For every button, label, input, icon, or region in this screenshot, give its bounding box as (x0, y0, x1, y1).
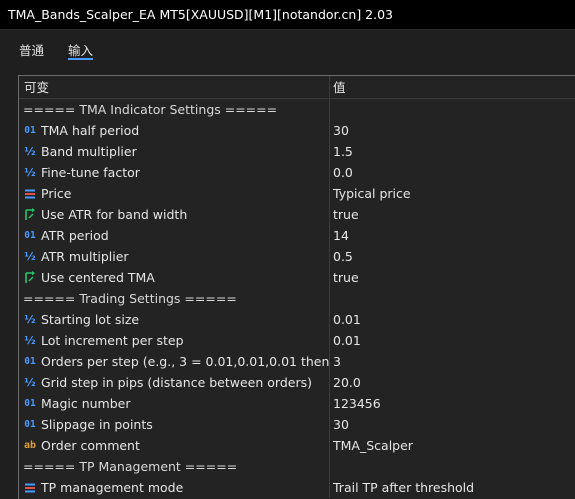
param-name: Lot increment per step (41, 333, 184, 348)
param-value[interactable]: 1.5 (330, 141, 575, 162)
table-row[interactable]: ½ Lot increment per step 0.01 (19, 330, 575, 351)
param-name-cell: ½ Grid step in pips (distance between ord… (19, 372, 330, 393)
table-row[interactable]: Use centered TMA true (19, 267, 575, 288)
table-row[interactable]: 01 Slippage in points 30 (19, 414, 575, 435)
inputs-table: 可变 值 ===== TMA Indicator Settings ===== 0… (18, 75, 575, 499)
section-row[interactable]: ===== Trading Settings ===== (19, 288, 575, 309)
table-row[interactable]: ½ Starting lot size 0.01 (19, 309, 575, 330)
param-name-cell: TP management mode (19, 477, 330, 498)
table-row[interactable]: 01 TMA half period 30 (19, 120, 575, 141)
param-name: Starting lot size (41, 312, 140, 327)
double-type-icon: ½ (24, 166, 36, 179)
section-row[interactable]: ===== TMA Indicator Settings ===== (19, 99, 575, 120)
table-row[interactable]: Use ATR for band width true (19, 204, 575, 225)
param-value[interactable]: 123456 (330, 393, 575, 414)
param-name: TMA half period (41, 123, 140, 138)
param-name-cell: 01 TMA half period (19, 120, 330, 141)
param-name-cell: 01 Magic number (19, 393, 330, 414)
param-name-cell: ½ ATR multiplier (19, 246, 330, 267)
param-name-cell: Use ATR for band width (19, 204, 330, 225)
param-name: Price (41, 186, 72, 201)
param-value[interactable]: true (330, 204, 575, 225)
integer-type-icon: 01 (24, 419, 36, 430)
tab-common[interactable]: 普通 (19, 30, 44, 60)
table-row[interactable]: ab Order comment TMA_Scalper (19, 435, 575, 456)
param-value[interactable]: 0.5 (330, 246, 575, 267)
window-title: TMA_Bands_Scalper_EA MT5[XAUUSD][M1][not… (8, 7, 393, 22)
integer-type-icon: 01 (24, 398, 36, 409)
table-row[interactable]: 01 ATR period 14 (19, 225, 575, 246)
double-type-icon: ½ (24, 145, 36, 158)
param-name-cell: ½ Band multiplier (19, 141, 330, 162)
section-label: ===== TMA Indicator Settings ===== (19, 99, 330, 120)
param-name: ATR multiplier (41, 249, 129, 264)
enum-list-icon (22, 477, 38, 498)
param-name: Magic number (41, 396, 131, 411)
param-name: Slippage in points (41, 417, 153, 432)
section-row[interactable]: ===== TP Management ===== (19, 456, 575, 477)
param-value[interactable]: 0.0 (330, 162, 575, 183)
param-name: Band multiplier (41, 144, 137, 159)
header-value[interactable]: 值 (330, 76, 575, 98)
param-name: Use ATR for band width (41, 207, 188, 222)
param-name-cell: 01 Slippage in points (19, 414, 330, 435)
param-name: ATR period (41, 228, 109, 243)
param-name: Orders per step (e.g., 3 = 0.01,0.01,0.0… (41, 354, 330, 369)
param-value[interactable]: 3 (330, 351, 575, 372)
param-name-cell: Use centered TMA (19, 267, 330, 288)
string-type-icon: ab (23, 440, 37, 451)
double-type-icon: ½ (24, 250, 36, 263)
param-name-cell: ½ Starting lot size (19, 309, 330, 330)
param-value[interactable] (330, 456, 575, 477)
param-name-cell: 01 ATR period (19, 225, 330, 246)
param-value[interactable]: 0.01 (330, 330, 575, 351)
table-row[interactable]: 01 Magic number 123456 (19, 393, 575, 414)
header-variable[interactable]: 可变 (19, 76, 330, 98)
bool-arrow-icon (22, 267, 38, 288)
param-value[interactable]: 0.01 (330, 309, 575, 330)
param-value[interactable]: 14 (330, 225, 575, 246)
param-name-cell: Price (19, 183, 330, 204)
section-label: ===== TP Management ===== (19, 456, 330, 477)
param-value[interactable] (330, 288, 575, 309)
double-type-icon: ½ (24, 376, 36, 389)
param-name-cell: ½ Fine-tune factor (19, 162, 330, 183)
section-label: ===== Trading Settings ===== (19, 288, 330, 309)
table-header: 可变 值 (19, 76, 575, 99)
table-body: ===== TMA Indicator Settings ===== 01 TMA … (19, 99, 575, 498)
table-row[interactable]: 01 Orders per step (e.g., 3 = 0.01,0.01,0… (19, 351, 575, 372)
window-title-bar: TMA_Bands_Scalper_EA MT5[XAUUSD][M1][not… (0, 0, 575, 30)
param-name: TP management mode (41, 480, 184, 495)
param-name-cell: ½ Lot increment per step (19, 330, 330, 351)
tab-inputs[interactable]: 输入 (68, 30, 94, 60)
integer-type-icon: 01 (24, 230, 36, 241)
tab-bar: 普通 输入 (0, 30, 575, 64)
table-row[interactable]: ½ Band multiplier 1.5 (19, 141, 575, 162)
param-name-cell: 01 Orders per step (e.g., 3 = 0.01,0.01,0… (19, 351, 330, 372)
double-type-icon: ½ (24, 313, 36, 326)
param-value[interactable]: TMA_Scalper (330, 435, 575, 456)
param-name: Grid step in pips (distance between orde… (41, 375, 312, 390)
param-name: Use centered TMA (41, 270, 155, 285)
param-value[interactable]: Typical price (330, 183, 575, 204)
table-row[interactable]: ½ ATR multiplier 0.5 (19, 246, 575, 267)
enum-list-icon (22, 183, 38, 204)
integer-type-icon: 01 (24, 125, 36, 136)
table-row[interactable]: TP management mode Trail TP after thresho… (19, 477, 575, 498)
param-value[interactable] (330, 99, 575, 120)
param-value[interactable]: 30 (330, 120, 575, 141)
table-row[interactable]: Price Typical price (19, 183, 575, 204)
param-value[interactable]: 20.0 (330, 372, 575, 393)
param-name: Order comment (41, 438, 140, 453)
param-value[interactable]: 30 (330, 414, 575, 435)
table-row[interactable]: ½ Fine-tune factor 0.0 (19, 162, 575, 183)
param-name: Fine-tune factor (41, 165, 140, 180)
table-row[interactable]: ½ Grid step in pips (distance between ord… (19, 372, 575, 393)
param-value[interactable]: true (330, 267, 575, 288)
bool-arrow-icon (22, 204, 38, 225)
param-value[interactable]: Trail TP after threshold (330, 477, 575, 498)
integer-type-icon: 01 (24, 356, 36, 367)
param-name-cell: ab Order comment (19, 435, 330, 456)
double-type-icon: ½ (24, 334, 36, 347)
